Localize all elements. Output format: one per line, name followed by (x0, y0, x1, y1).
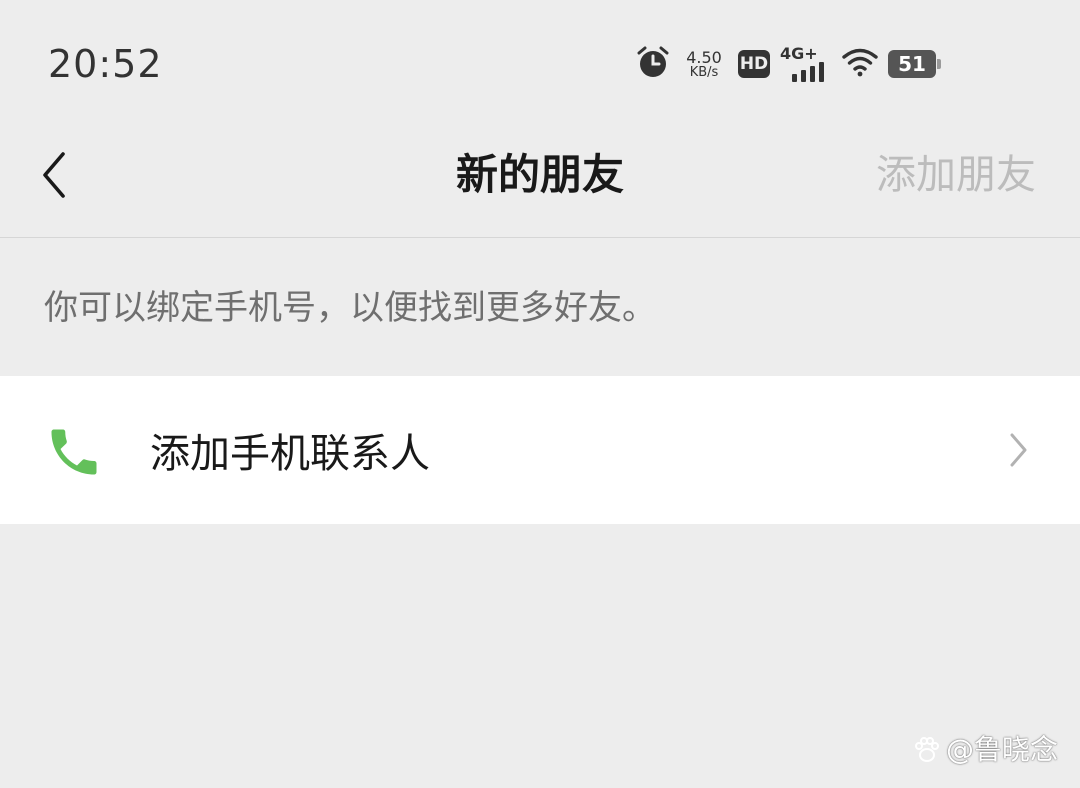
back-button[interactable] (24, 145, 84, 205)
chevron-left-icon (43, 152, 65, 198)
net-speed: 4.50 KB/s (682, 49, 726, 80)
watermark-text: @鲁晓念 (945, 733, 1058, 766)
battery-level: 51 (888, 50, 936, 78)
status-icons: 4.50 KB/s HD 4G+ 51 (636, 40, 942, 88)
phone-icon (44, 422, 104, 482)
add-phone-contacts-item[interactable]: 添加手机联系人 (0, 376, 1080, 524)
alarm-icon (636, 45, 670, 83)
list-item-label: 添加手机联系人 (150, 431, 430, 477)
nav-bar: 新的朋友 添加朋友 (0, 120, 1080, 238)
wifi-icon (842, 47, 878, 81)
status-bar: 20:52 4.50 KB/s HD 4G+ 51 (0, 0, 1080, 120)
add-friend-button[interactable]: 添加朋友 (876, 147, 1036, 203)
battery-icon: 51 (888, 50, 942, 78)
chevron-right-icon (1004, 430, 1032, 470)
signal-icon: 4G+ (780, 44, 832, 82)
bind-phone-hint: 你可以绑定手机号，以便找到更多好友。 (44, 288, 656, 328)
network-type: 4G+ (780, 44, 818, 63)
page-title: 新的朋友 (455, 150, 624, 199)
net-speed-value: 4.50 (686, 47, 722, 67)
paw-icon (914, 737, 939, 762)
watermark: @鲁晓念 (912, 732, 1058, 768)
net-speed-unit: KB/s (689, 64, 719, 80)
status-time: 20:52 (48, 42, 163, 86)
hd-icon: HD (738, 50, 770, 78)
